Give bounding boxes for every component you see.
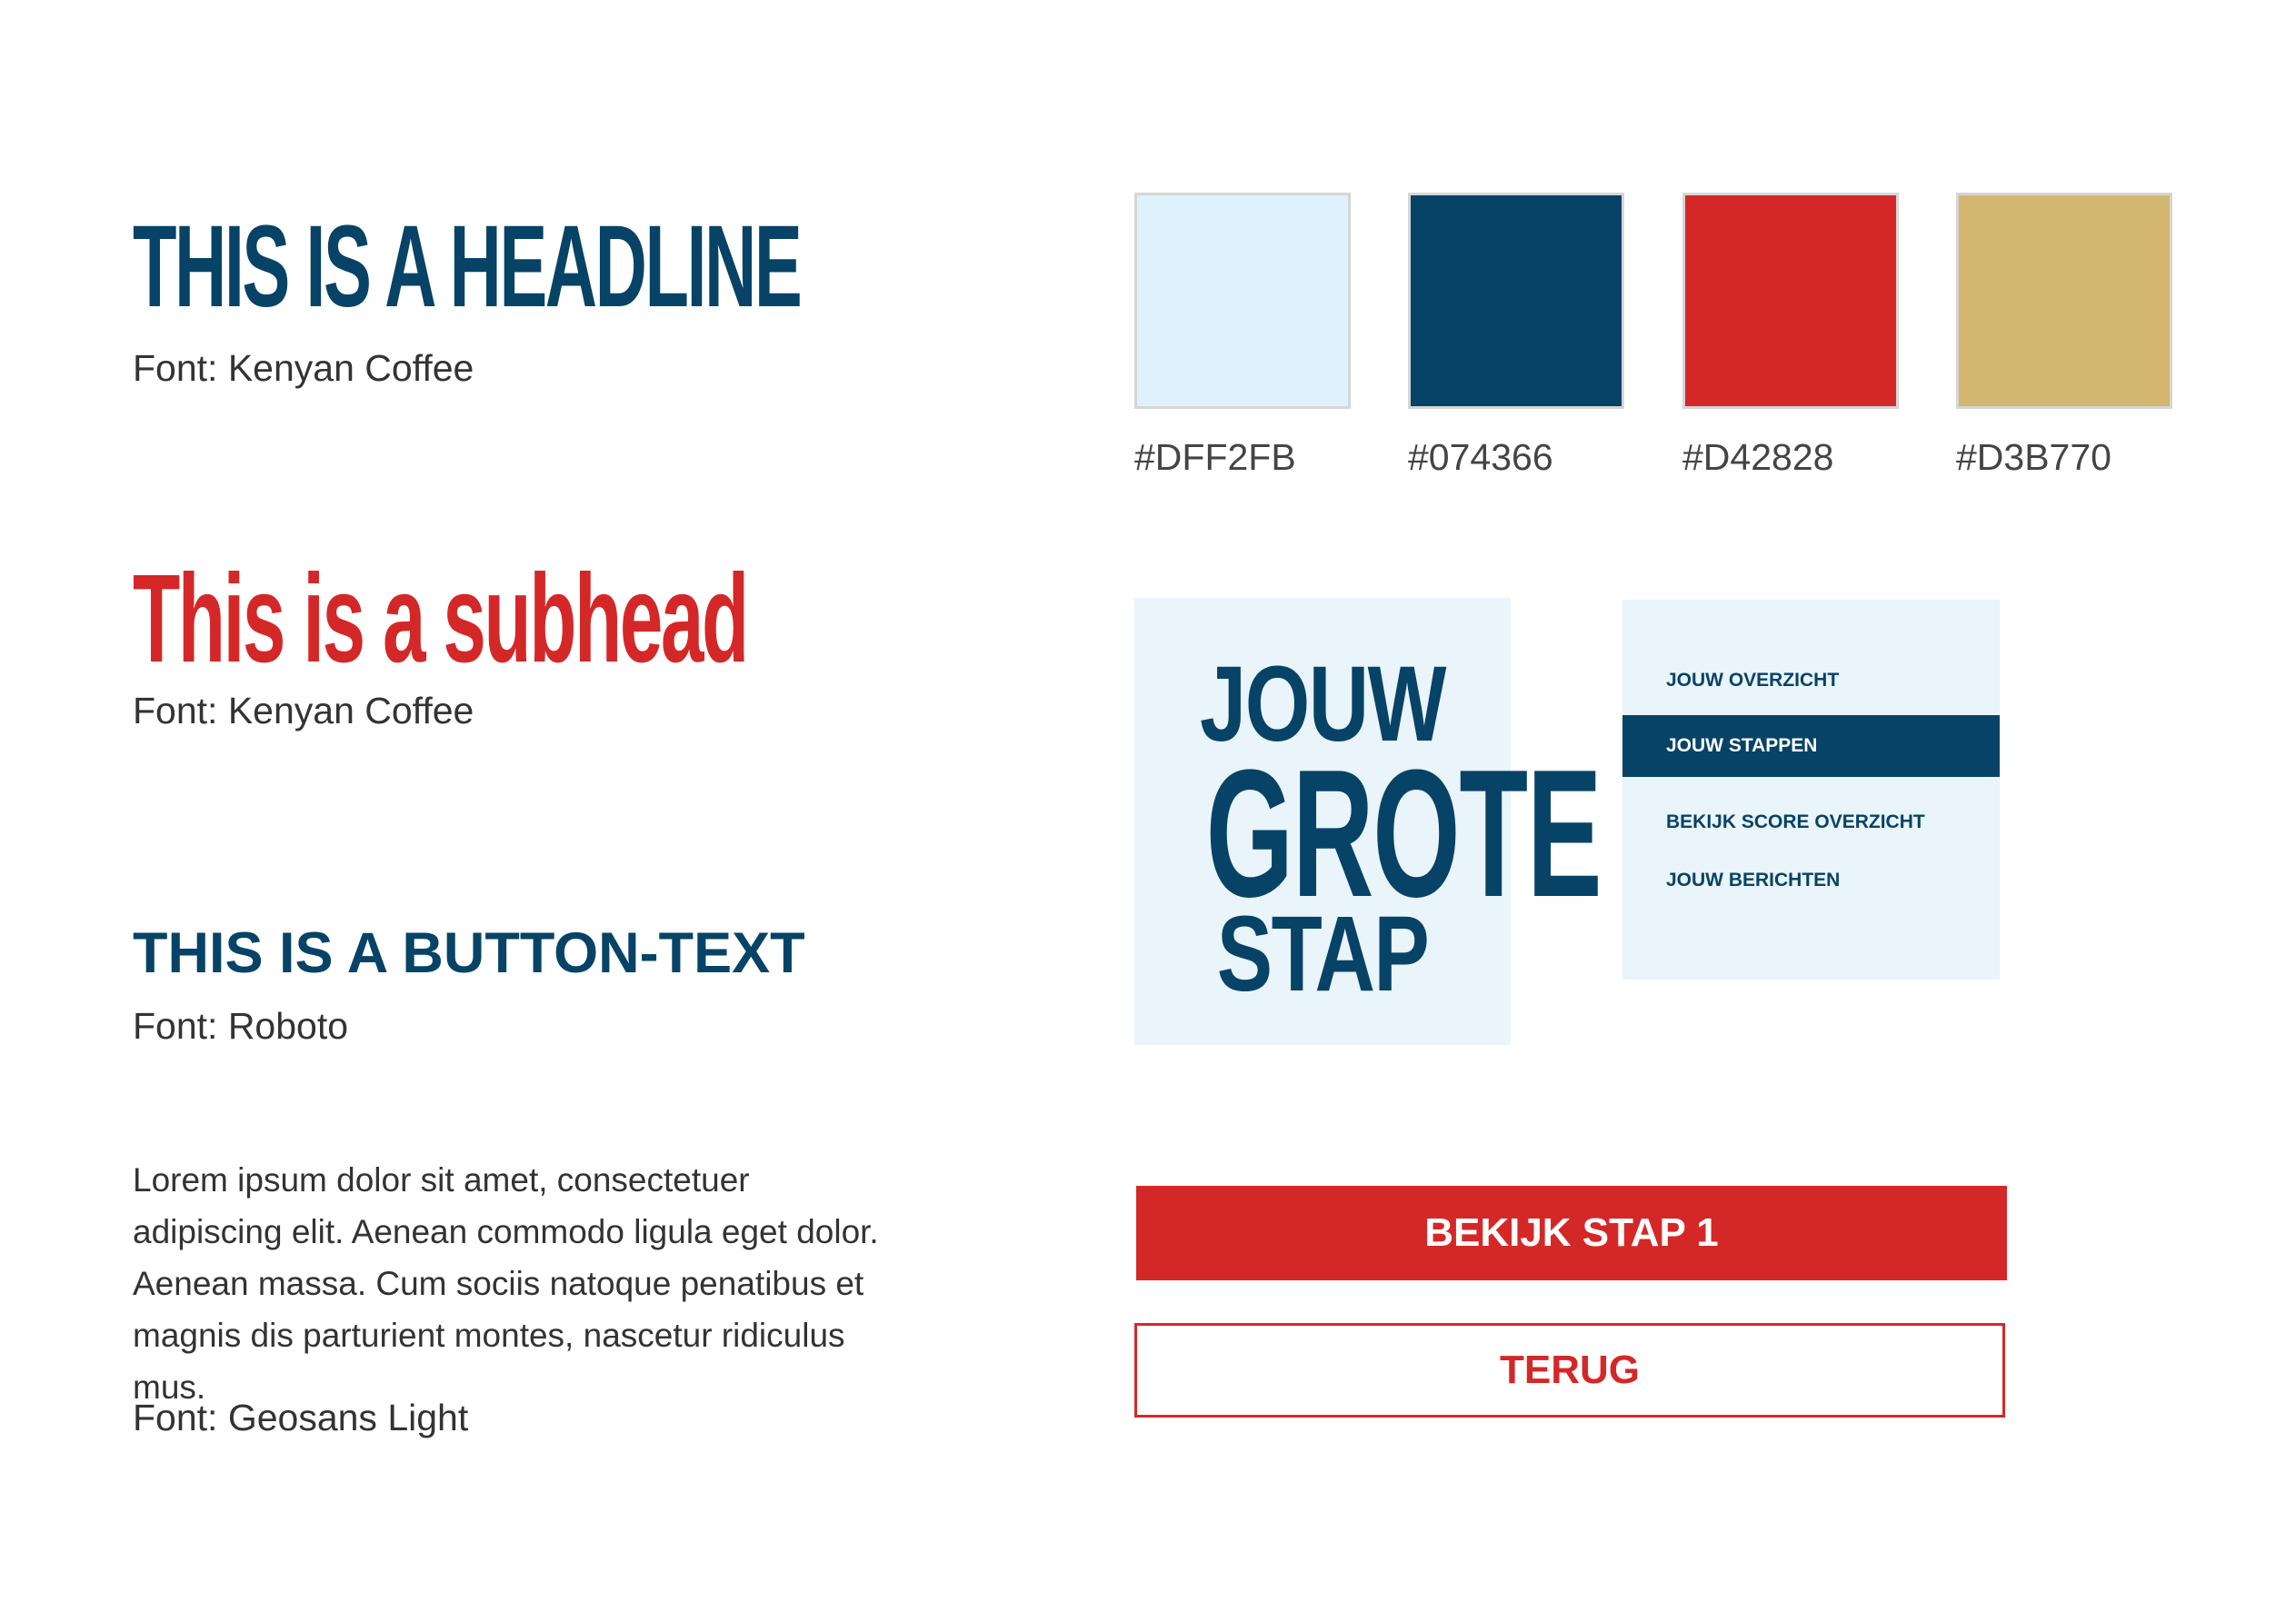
menu-item-bekijk-score-overzicht[interactable]: BEKIJK SCORE OVERZICHT <box>1622 791 2000 853</box>
swatch-label-light-blue: #DFF2FB <box>1134 436 1296 478</box>
swatch-gold <box>1956 193 2172 409</box>
button-text-sample: THIS IS A BUTTON-TEXT <box>133 921 805 985</box>
menu-item-jouw-stappen[interactable]: JOUW STAPPEN <box>1622 715 2000 777</box>
swatch-label-red: #D42828 <box>1682 436 1834 478</box>
bekijk-stap-button[interactable]: BEKIJK STAP 1 <box>1136 1186 2007 1280</box>
body-text-sample: Lorem ipsum dolor sit amet, consectetuer… <box>133 1161 879 1406</box>
body-font-label: Font: Geosans Light <box>133 1397 469 1438</box>
subhead-sample: This is a subhead <box>133 549 749 689</box>
headline-sample: THIS IS A HEADLINE <box>133 202 803 332</box>
logo-tile: JOUW GROTE STAP <box>1134 598 1602 1045</box>
swatch-label-gold: #D3B770 <box>1956 436 2111 478</box>
menu-item-jouw-overzicht[interactable]: JOUW OVERZICHT <box>1622 650 2000 711</box>
swatch-red <box>1682 193 1899 409</box>
swatch-label-dark-blue: #074366 <box>1408 436 1553 478</box>
swatch-dark-blue <box>1408 193 1624 409</box>
subhead-font-label: Font: Kenyan Coffee <box>133 690 474 731</box>
logo-line-3: STAP <box>1216 894 1430 1014</box>
swatch-light-blue <box>1134 193 1351 409</box>
menu-item-jouw-berichten[interactable]: JOUW BERICHTEN <box>1622 850 2000 911</box>
headline-font-label: Font: Kenyan Coffee <box>133 347 474 389</box>
terug-button[interactable]: TERUG <box>1134 1323 2005 1418</box>
button-text-font-label: Font: Roboto <box>133 1005 349 1047</box>
navigation-menu: JOUW OVERZICHT JOUW STAPPEN BEKIJK SCORE… <box>1622 600 2000 980</box>
